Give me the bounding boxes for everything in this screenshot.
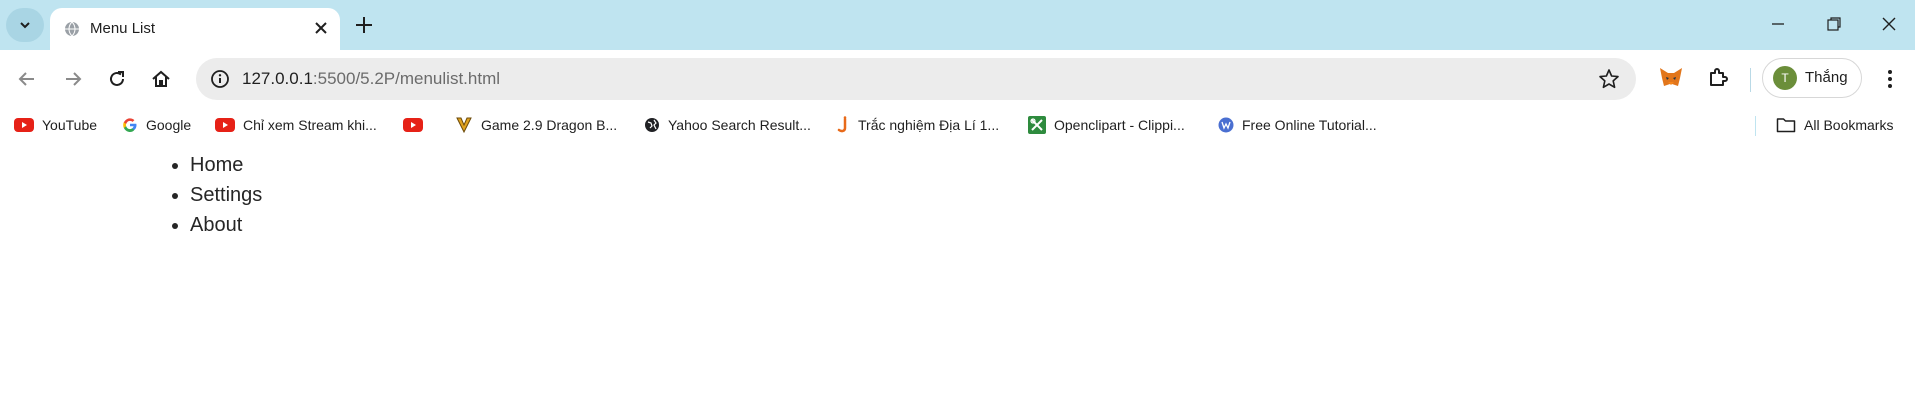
bookmark-yahoo-search[interactable]: Yahoo Search Result... bbox=[644, 115, 811, 135]
site-info-button[interactable] bbox=[204, 63, 236, 95]
bookmark-label: YouTube bbox=[42, 117, 98, 133]
tab-search-button[interactable] bbox=[6, 8, 44, 42]
address-bar[interactable]: 127.0.0.1:5500/5.2P/menulist.html bbox=[196, 58, 1636, 100]
bookmark-google[interactable]: Google bbox=[122, 115, 191, 135]
bookmark-label: Chỉ xem Stream khi... bbox=[243, 117, 377, 133]
globe-icon bbox=[645, 118, 659, 132]
bookmark-youtube-icon-only[interactable] bbox=[403, 115, 431, 135]
bookmark-chi-xem-stream[interactable]: Chỉ xem Stream khi... bbox=[215, 115, 377, 135]
chevron-down-icon bbox=[20, 22, 30, 29]
active-tab[interactable]: Menu List bbox=[50, 8, 340, 50]
new-tab-icon[interactable] bbox=[352, 13, 376, 37]
bookmarks-bar: YouTube Google Chỉ xem Stream khi... Gam… bbox=[0, 108, 1915, 142]
youtube-icon bbox=[403, 118, 423, 132]
bookmark-free-online-tutorial[interactable]: Free Online Tutorial... bbox=[1218, 115, 1377, 135]
bookmark-openclipart[interactable]: Openclipart - Clippi... bbox=[1028, 115, 1185, 135]
url-text[interactable]: 127.0.0.1:5500/5.2P/menulist.html bbox=[242, 69, 500, 89]
browser-toolbar: 127.0.0.1:5500/5.2P/menulist.html T Thắn… bbox=[0, 50, 1915, 108]
info-icon bbox=[211, 70, 229, 88]
metamask-fox-icon[interactable] bbox=[1658, 66, 1684, 90]
toolbar-separator bbox=[1750, 68, 1751, 92]
bookmark-label: Yahoo Search Result... bbox=[668, 117, 811, 133]
v-logo-icon bbox=[456, 117, 472, 134]
menu-item-settings: Settings bbox=[190, 180, 262, 210]
url-host: 127.0.0.1 bbox=[242, 69, 313, 88]
forward-icon[interactable] bbox=[62, 68, 84, 90]
menu-list: Home Settings About bbox=[0, 150, 262, 240]
close-tab-icon[interactable] bbox=[312, 19, 330, 37]
bookmark-label: Openclipart - Clippi... bbox=[1054, 117, 1185, 133]
more-menu-icon[interactable] bbox=[1880, 68, 1900, 90]
reload-icon[interactable] bbox=[106, 68, 128, 90]
bookmark-game-dragon[interactable]: Game 2.9 Dragon B... bbox=[455, 115, 617, 135]
home-icon[interactable] bbox=[150, 68, 172, 90]
openclipart-icon bbox=[1028, 116, 1046, 134]
bookmark-youtube[interactable]: YouTube bbox=[14, 115, 97, 135]
bookmark-star-icon[interactable] bbox=[1598, 68, 1620, 90]
extensions-puzzle-icon[interactable] bbox=[1706, 66, 1730, 90]
minimize-icon[interactable] bbox=[1770, 16, 1786, 32]
bookmark-label: Free Online Tutorial... bbox=[1242, 117, 1377, 133]
avatar: T bbox=[1773, 66, 1797, 90]
url-path: :5500/5.2P/menulist.html bbox=[312, 69, 501, 88]
browser-titlebar: Menu List bbox=[0, 0, 1915, 50]
folder-icon bbox=[1776, 118, 1796, 133]
youtube-icon bbox=[215, 118, 235, 132]
bookmark-label: Trắc nghiệm Địa Lí 1... bbox=[858, 117, 1000, 133]
google-icon bbox=[123, 118, 137, 132]
menu-item-home: Home bbox=[190, 150, 262, 180]
restore-icon[interactable] bbox=[1826, 16, 1842, 32]
bookmarks-separator bbox=[1755, 116, 1756, 136]
w-logo-icon bbox=[1218, 117, 1234, 133]
profile-name: Thắng bbox=[1805, 69, 1848, 86]
close-window-icon[interactable] bbox=[1880, 15, 1898, 33]
all-bookmarks-button[interactable]: All Bookmarks bbox=[1776, 115, 1893, 135]
tab-title: Menu List bbox=[90, 20, 156, 37]
bookmark-label: Google bbox=[146, 117, 192, 133]
page-content: Home Settings About bbox=[0, 150, 262, 240]
back-icon[interactable] bbox=[16, 68, 38, 90]
globe-icon bbox=[65, 21, 79, 37]
menu-item-about: About bbox=[190, 210, 262, 240]
j-logo-icon bbox=[837, 116, 847, 133]
profile-button[interactable]: T Thắng bbox=[1762, 58, 1862, 98]
bookmark-label: Game 2.9 Dragon B... bbox=[481, 117, 618, 133]
youtube-icon bbox=[14, 118, 34, 132]
bookmark-trac-nghiem[interactable]: Trắc nghiệm Địa Lí 1... bbox=[836, 115, 999, 135]
all-bookmarks-label: All Bookmarks bbox=[1804, 117, 1894, 133]
